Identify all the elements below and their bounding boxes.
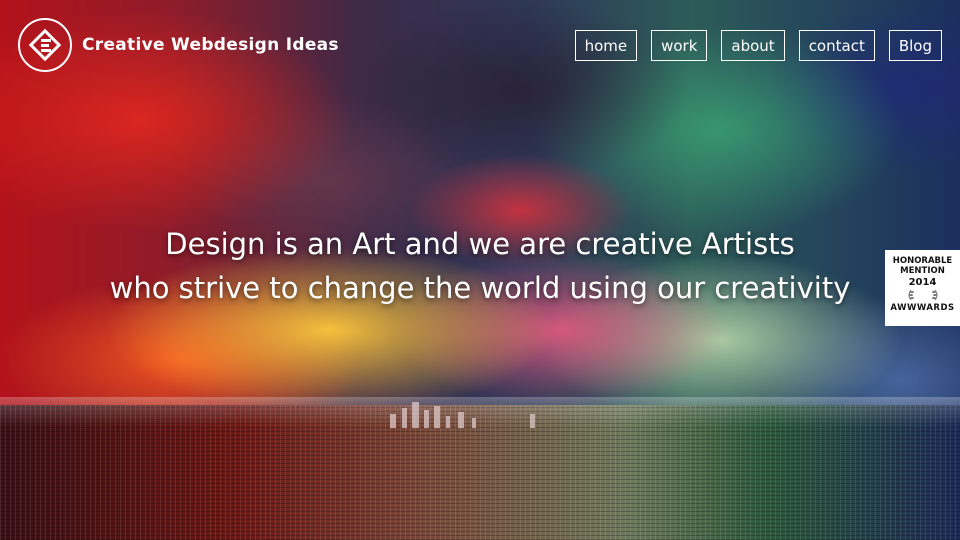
award-line-2: MENTION [900, 266, 945, 276]
award-brand: AWWWARDS [890, 303, 955, 313]
nav-work[interactable]: work [651, 30, 708, 61]
laurel-icon [885, 289, 960, 301]
award-year: 2014 [908, 277, 937, 288]
circle-e-logo-icon [18, 18, 72, 72]
hero-line-1: Design is an Art and we are creative Art… [165, 227, 795, 261]
hero-headline: Design is an Art and we are creative Art… [0, 222, 960, 310]
site-name: Creative Webdesign Ideas [82, 35, 339, 55]
site-logo[interactable]: Creative Webdesign Ideas [18, 18, 339, 72]
nav-blog[interactable]: Blog [888, 30, 942, 61]
award-line-1: HONORABLE [892, 256, 953, 266]
skyline [380, 396, 560, 428]
awwwards-badge[interactable]: HONORABLE MENTION 2014 AWWWARDS [885, 250, 960, 326]
main-nav: home work about contact Blog [574, 30, 942, 61]
nav-about[interactable]: about [721, 30, 785, 61]
nav-home[interactable]: home [574, 30, 638, 61]
nav-contact[interactable]: contact [798, 30, 875, 61]
hero-line-2: who strive to change the world using our… [109, 271, 851, 305]
